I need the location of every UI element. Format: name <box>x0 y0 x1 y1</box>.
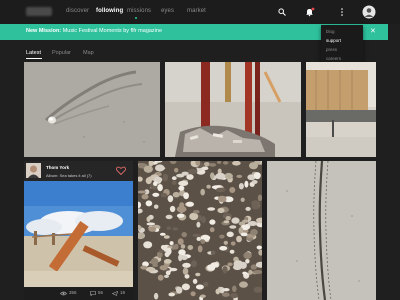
menu-item-blog[interactable]: blog <box>326 29 335 34</box>
nav-following[interactable]: following <box>96 8 123 14</box>
menu-item-support[interactable]: support <box>326 38 341 43</box>
share-icon[interactable] <box>112 291 118 296</box>
photo-shack <box>306 62 376 157</box>
banner-prefix: New Mission: <box>26 28 62 34</box>
bell-icon[interactable] <box>305 7 315 17</box>
comment-icon[interactable] <box>90 291 96 296</box>
banner-message: New Mission: Music Festival Moments by f… <box>26 28 162 34</box>
menu-item-press[interactable]: press <box>326 47 337 52</box>
comment-count: 56 <box>98 290 104 295</box>
photo-tile-broken-fence[interactable] <box>24 181 133 287</box>
tab-map[interactable]: Map <box>83 50 94 56</box>
photo-card-footer: 356 56 19 <box>24 287 133 300</box>
tab-indicator <box>26 58 42 59</box>
photo-tile-sand-track[interactable] <box>267 161 376 300</box>
photo-sand-track <box>267 161 376 300</box>
user-name[interactable]: Thom York <box>46 165 69 170</box>
nav-discover[interactable]: discover <box>66 8 89 14</box>
avatar[interactable] <box>362 5 376 19</box>
heart-icon[interactable] <box>116 166 126 175</box>
nav-eyes[interactable]: eyes <box>161 8 174 14</box>
like-count: 356 <box>69 290 77 295</box>
menu-item-careers[interactable]: careers <box>326 56 341 61</box>
photo-sand-shell <box>24 62 160 157</box>
more-vertical-icon[interactable] <box>340 7 344 17</box>
nav-missions[interactable]: missions <box>127 8 151 14</box>
nav-market[interactable]: market <box>187 8 206 14</box>
banner-text: Music Festival Moments by flfr magazine <box>62 28 163 34</box>
top-nav: discover following missions eyes market <box>0 0 400 24</box>
search-icon[interactable] <box>278 8 286 16</box>
photo-card-header: Thom York Album: Sea takes it all (7) <box>24 161 133 181</box>
share-count: 19 <box>120 290 126 295</box>
user-avatar[interactable] <box>26 163 41 178</box>
photo-tile-pebbles[interactable] <box>138 161 262 300</box>
photo-tile-shack[interactable] <box>306 62 376 157</box>
photo-pebbles <box>138 161 262 300</box>
eye-icon <box>60 291 67 296</box>
logo[interactable] <box>26 7 52 16</box>
photo-tile-debris[interactable] <box>165 62 301 157</box>
photo-debris <box>165 62 301 157</box>
photo-broken-fence <box>24 181 133 287</box>
tab-popular[interactable]: Popular <box>52 50 71 56</box>
album-label: Album: <box>46 173 59 178</box>
photo-tile-sand-shell[interactable] <box>24 62 160 157</box>
album-name[interactable]: Sea takes it all (7) <box>60 173 92 178</box>
tab-latest[interactable]: Latest <box>26 50 41 56</box>
close-icon[interactable]: ✕ <box>370 27 376 35</box>
album-info: Album: Sea takes it all (7) <box>46 173 92 178</box>
missions-indicator <box>135 17 137 19</box>
